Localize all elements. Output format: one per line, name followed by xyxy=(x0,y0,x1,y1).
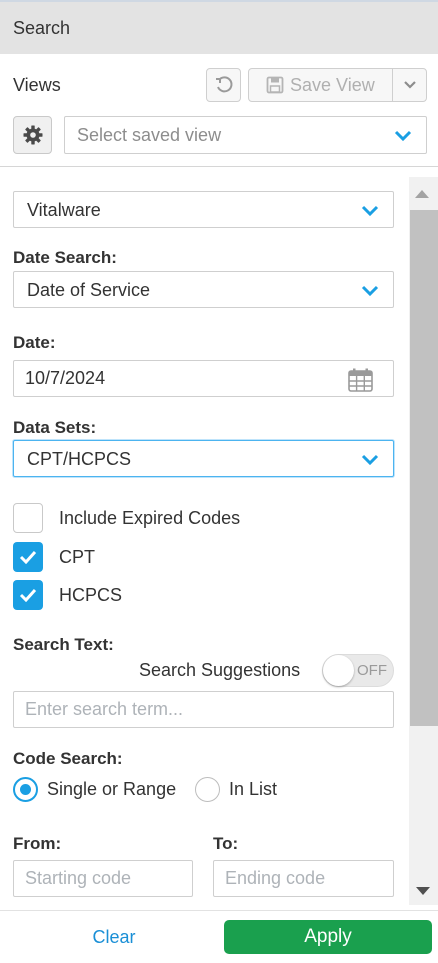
chevron-down-icon xyxy=(403,81,416,89)
to-input[interactable] xyxy=(214,861,393,896)
panel-title: Search xyxy=(13,18,71,38)
to-label: To: xyxy=(213,834,239,853)
scroll-up-arrow-icon[interactable] xyxy=(415,190,429,198)
checkmark-icon xyxy=(19,550,37,564)
undo-button[interactable] xyxy=(206,68,241,102)
panel-header: Search xyxy=(0,0,438,54)
checkmark-icon xyxy=(19,588,37,602)
date-input[interactable] xyxy=(14,361,393,396)
cpt-label[interactable]: CPT xyxy=(59,547,95,568)
cpt-checkbox[interactable] xyxy=(13,542,43,572)
data-sets-label: Data Sets: xyxy=(13,418,97,437)
toggle-knob xyxy=(323,655,354,686)
data-sets-value: CPT/HCPCS xyxy=(27,449,132,469)
save-icon xyxy=(266,76,284,94)
include-expired-checkbox[interactable] xyxy=(13,503,43,533)
in-list-label[interactable]: In List xyxy=(229,779,277,800)
saved-view-placeholder: Select saved view xyxy=(77,125,222,145)
from-input[interactable] xyxy=(14,861,192,896)
save-view-label: Save View xyxy=(290,74,375,95)
search-text-field[interactable] xyxy=(13,691,394,728)
apply-button[interactable]: Apply xyxy=(224,920,432,954)
date-label: Date: xyxy=(13,333,56,352)
scrollbar-thumb[interactable] xyxy=(410,210,438,726)
code-search-label: Code Search: xyxy=(13,749,123,768)
calendar-icon[interactable] xyxy=(348,368,373,392)
saved-view-select[interactable]: Select saved view xyxy=(64,116,427,154)
view-settings-button[interactable] xyxy=(13,116,52,154)
search-suggestions-label: Search Suggestions xyxy=(139,660,301,680)
gear-icon xyxy=(23,125,42,145)
date-search-select[interactable]: Date of Service xyxy=(13,271,394,308)
in-list-radio[interactable] xyxy=(195,777,220,802)
divider xyxy=(0,166,438,167)
hcpcs-checkbox[interactable] xyxy=(13,580,43,610)
chevron-down-icon xyxy=(361,454,379,466)
date-search-value: Date of Service xyxy=(27,280,151,300)
footer-divider xyxy=(0,910,438,911)
chevron-down-icon xyxy=(394,130,412,142)
from-label: From: xyxy=(13,834,62,853)
toggle-state: OFF xyxy=(357,662,387,679)
data-sets-select[interactable]: CPT/HCPCS xyxy=(13,440,394,477)
source-select[interactable]: Vitalware xyxy=(13,191,394,228)
search-text-input[interactable] xyxy=(14,692,393,727)
views-label: Views xyxy=(13,75,61,95)
include-expired-label[interactable]: Include Expired Codes xyxy=(59,508,240,529)
save-view-dropdown-button[interactable] xyxy=(392,68,427,102)
chevron-down-icon xyxy=(361,285,379,297)
source-value: Vitalware xyxy=(27,200,101,220)
single-or-range-label[interactable]: Single or Range xyxy=(47,779,176,800)
search-text-label: Search Text: xyxy=(13,635,114,654)
undo-icon xyxy=(215,76,232,93)
scroll-down-arrow-icon[interactable] xyxy=(416,887,430,895)
date-field[interactable] xyxy=(13,360,394,397)
search-suggestions-toggle[interactable]: OFF xyxy=(322,654,394,687)
from-field[interactable] xyxy=(13,860,193,897)
to-field[interactable] xyxy=(213,860,394,897)
save-view-button[interactable]: Save View xyxy=(248,68,393,102)
hcpcs-label[interactable]: HCPCS xyxy=(59,585,122,606)
single-or-range-radio[interactable] xyxy=(13,777,38,802)
date-search-label: Date Search: xyxy=(13,248,117,267)
chevron-down-icon xyxy=(361,205,379,217)
clear-button[interactable]: Clear xyxy=(60,920,168,954)
